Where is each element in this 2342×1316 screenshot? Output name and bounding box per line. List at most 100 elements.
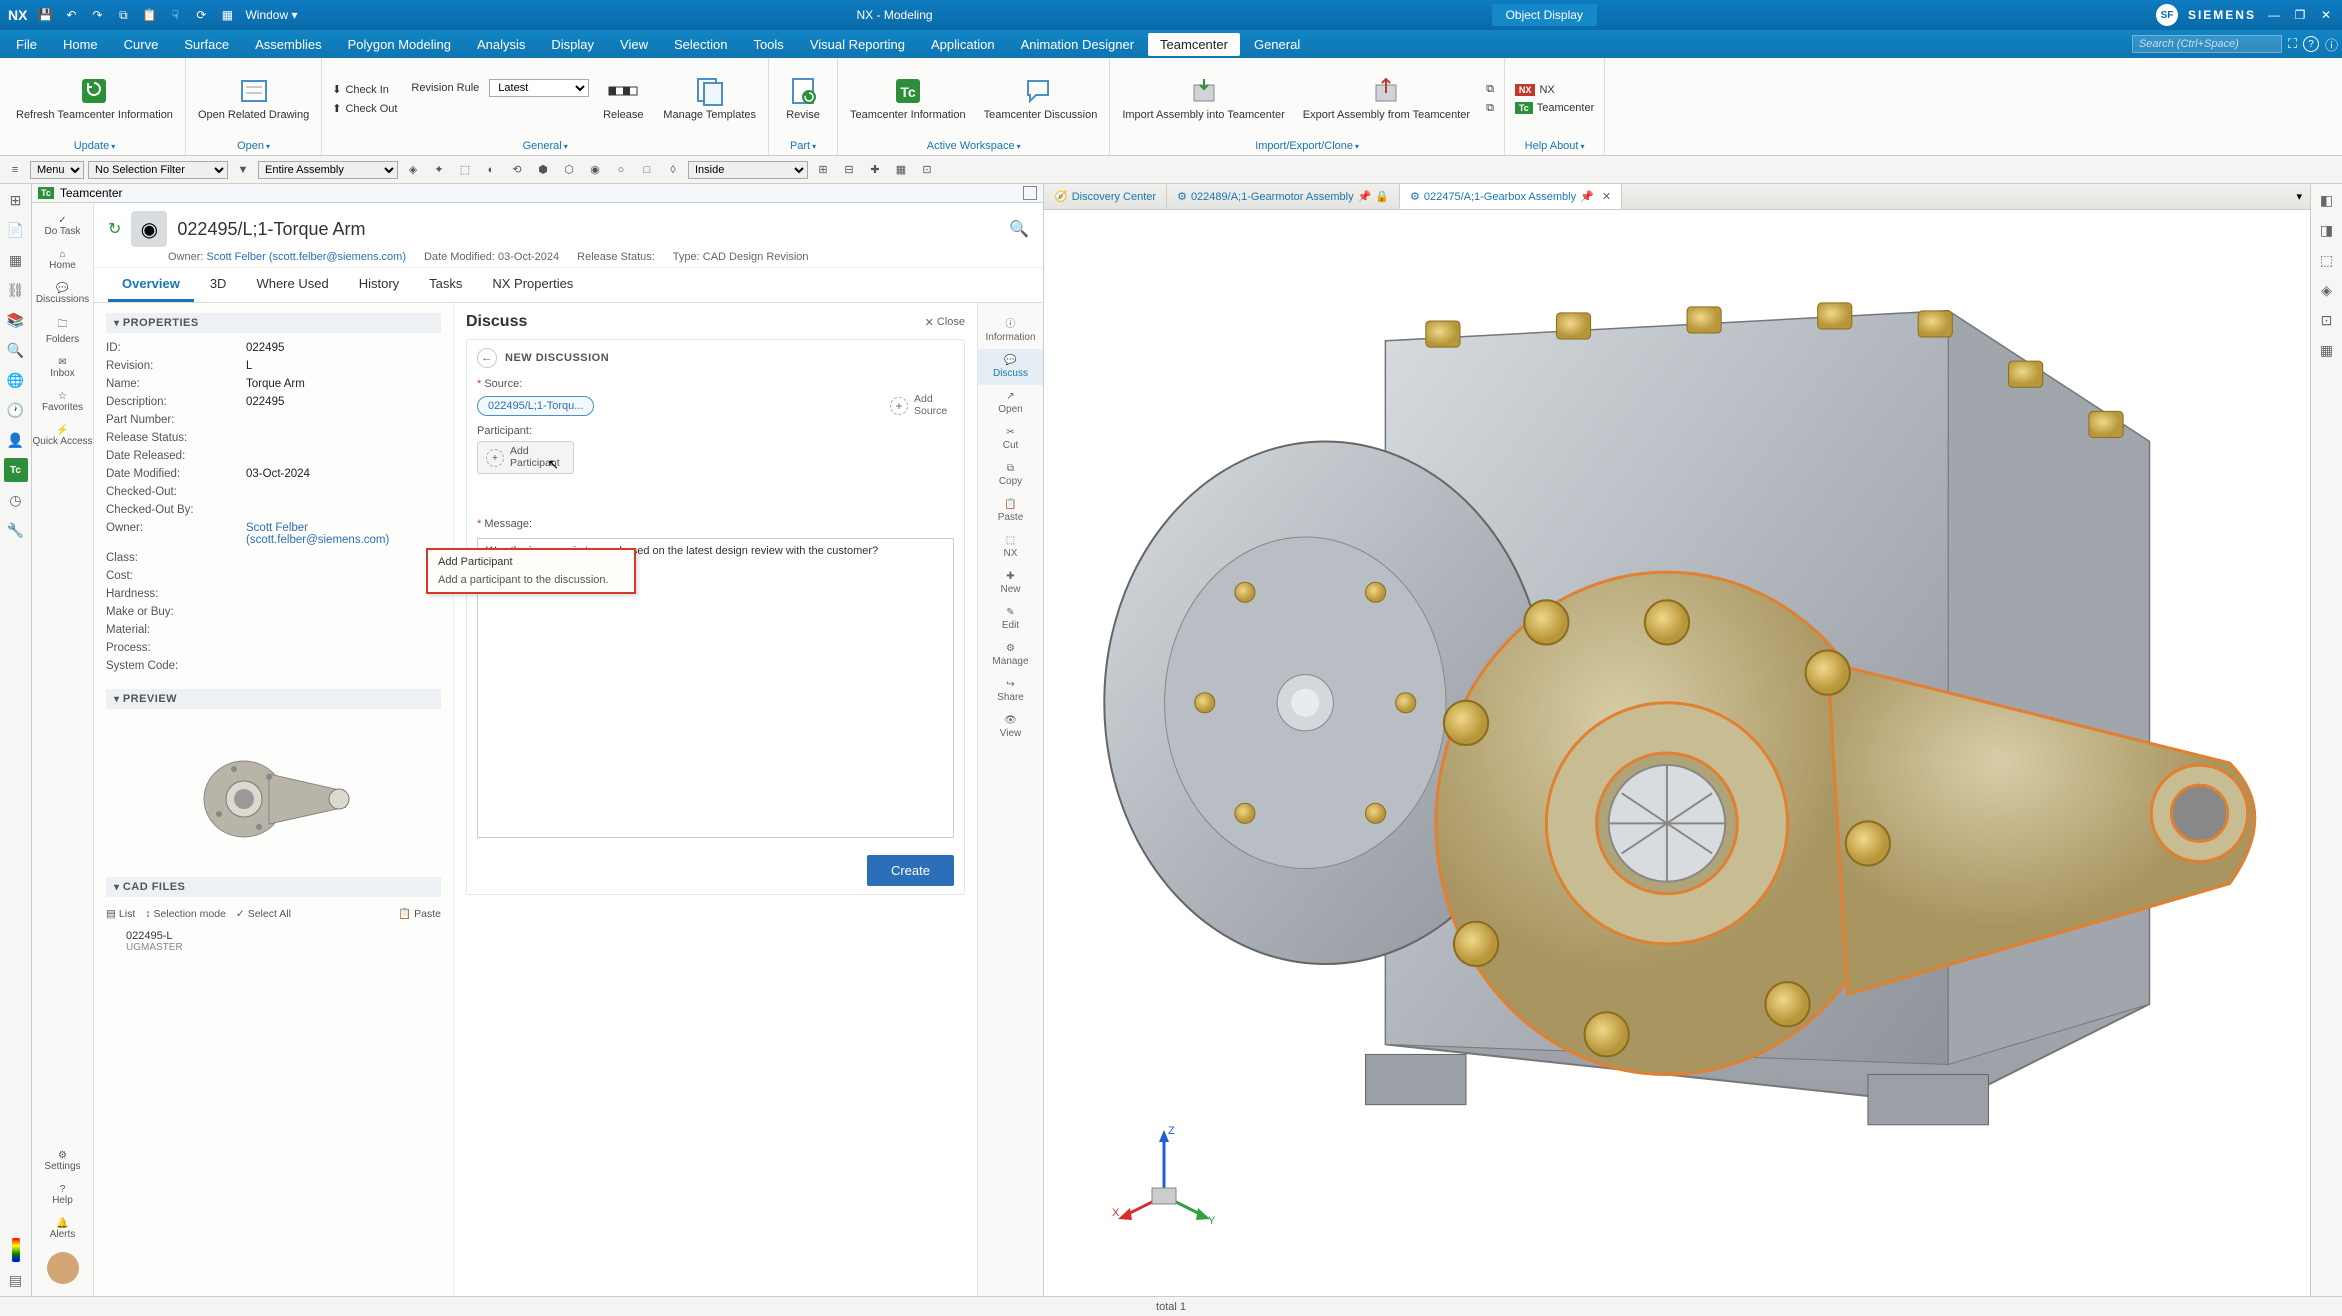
ribbon-group-help[interactable]: Help About▾ <box>1511 138 1598 154</box>
tab-3d[interactable]: 3D <box>196 268 241 302</box>
nav-discussions[interactable]: 💬Discussions <box>32 279 93 309</box>
menu-application[interactable]: Application <box>919 33 1007 56</box>
vp-tab-gearbox[interactable]: ⚙022475/A;1-Gearbox Assembly📌✕ <box>1400 184 1622 209</box>
qb-icon-15[interactable]: ▦ <box>890 159 912 181</box>
rail-assembly-icon[interactable]: ▦ <box>4 248 28 272</box>
ribbon-group-import-export[interactable]: Import/Export/Clone▾ <box>1116 138 1498 154</box>
window-dropdown[interactable]: Window ▾ <box>245 8 297 22</box>
rail-tools-icon[interactable]: 🔧 <box>4 518 28 542</box>
nav-inbox[interactable]: ✉Inbox <box>32 353 93 383</box>
nav-quick-access[interactable]: ⚡Quick Access <box>32 421 93 451</box>
rail-color-icon[interactable] <box>12 1238 20 1262</box>
rail-part-icon[interactable]: 📄 <box>4 218 28 242</box>
menu-analysis[interactable]: Analysis <box>465 33 537 56</box>
windows-icon[interactable]: ▦ <box>219 7 235 23</box>
vp-tab-discovery[interactable]: 🧭Discovery Center <box>1044 184 1167 209</box>
rr-icon-4[interactable]: ◈ <box>2315 278 2339 302</box>
tab-tasks[interactable]: Tasks <box>415 268 476 302</box>
repeat-icon[interactable]: ⟳ <box>193 7 209 23</box>
tc-help-button[interactable]: TcTeamcenter <box>1511 100 1598 116</box>
action-manage[interactable]: ⚙Manage <box>978 637 1043 673</box>
menu-selection[interactable]: Selection <box>662 33 739 56</box>
revision-rule-select[interactable]: Latest <box>489 79 589 97</box>
paste-icon[interactable]: 📋 <box>141 7 157 23</box>
menu-polygon[interactable]: Polygon Modeling <box>336 33 463 56</box>
help-icon[interactable]: ? <box>2303 36 2319 52</box>
ribbon-group-part[interactable]: Part▾ <box>775 138 831 154</box>
vp-tabs-more-icon[interactable]: ▾ <box>2288 190 2310 203</box>
rail-reuse-icon[interactable]: 📚 <box>4 308 28 332</box>
qb-icon-14[interactable]: ✚ <box>864 159 886 181</box>
menu-display[interactable]: Display <box>539 33 606 56</box>
menu-home[interactable]: Home <box>51 33 110 56</box>
inside-dropdown[interactable]: Inside <box>688 161 808 179</box>
pin-icon[interactable]: 📌 <box>1580 190 1594 203</box>
rail-clock-icon[interactable]: ◷ <box>4 488 28 512</box>
action-new[interactable]: ✚New <box>978 565 1043 601</box>
command-search[interactable] <box>2132 35 2282 53</box>
check-in-button[interactable]: ⬇Check In <box>328 81 401 98</box>
open-related-drawing-button[interactable]: Open Related Drawing <box>192 73 315 124</box>
action-edit[interactable]: ✎Edit <box>978 601 1043 637</box>
view-triad[interactable]: Z X Y <box>1104 1116 1224 1236</box>
rr-icon-5[interactable]: ⊡ <box>2315 308 2339 332</box>
menu-tools[interactable]: Tools <box>741 33 795 56</box>
cad-list-button[interactable]: ▤ List <box>106 908 135 920</box>
menu-view[interactable]: View <box>608 33 660 56</box>
pin-icon[interactable]: 📌 <box>1358 190 1372 203</box>
nav-folders[interactable]: 🗀Folders <box>32 313 93 349</box>
qb-icon-10[interactable]: □ <box>636 159 658 181</box>
rr-icon-1[interactable]: ◧ <box>2315 188 2339 212</box>
ribbon-group-update[interactable]: Update▾ <box>10 138 179 154</box>
nav-settings[interactable]: ⚙Settings <box>32 1146 93 1176</box>
properties-heading[interactable]: PROPERTIES <box>106 313 441 333</box>
menu-assemblies[interactable]: Assemblies <box>243 33 333 56</box>
back-arrow-icon[interactable]: ← <box>477 348 497 368</box>
qb-icon-12[interactable]: ⊞ <box>812 159 834 181</box>
action-share[interactable]: ↪Share <box>978 673 1043 709</box>
source-chip[interactable]: 022495/L;1-Torqu... <box>477 396 594 416</box>
import-assembly-button[interactable]: Import Assembly into Teamcenter <box>1116 73 1290 124</box>
close-icon[interactable]: ✕ <box>2318 7 2334 23</box>
qb-icon-4[interactable]: ◐ <box>480 159 502 181</box>
tab-close-icon[interactable]: ✕ <box>1602 190 1611 203</box>
qb-icon-7[interactable]: ⬡ <box>558 159 580 181</box>
menu-visual-reporting[interactable]: Visual Reporting <box>798 33 917 56</box>
rail-layers-icon[interactable]: ▤ <box>4 1268 28 1292</box>
create-button[interactable]: Create <box>867 855 954 886</box>
discuss-close-button[interactable]: ✕Close <box>925 316 965 329</box>
redo-icon[interactable]: ↷ <box>89 7 105 23</box>
menu-surface[interactable]: Surface <box>172 33 241 56</box>
qb-icon-6[interactable]: ⬢ <box>532 159 554 181</box>
export-assembly-button[interactable]: Export Assembly from Teamcenter <box>1297 73 1476 124</box>
qb-icon-16[interactable]: ⊡ <box>916 159 938 181</box>
rr-icon-2[interactable]: ◨ <box>2315 218 2339 242</box>
qb-icon-2[interactable]: ✦ <box>428 159 450 181</box>
rr-icon-6[interactable]: ▦ <box>2315 338 2339 362</box>
action-information[interactable]: ⓘInformation <box>978 309 1043 349</box>
menu-curve[interactable]: Curve <box>112 33 171 56</box>
action-open[interactable]: ↗Open <box>978 385 1043 421</box>
search-icon[interactable]: 🔍 <box>1009 219 1029 239</box>
rail-browser-icon[interactable]: 🌐 <box>4 368 28 392</box>
nav-user-avatar[interactable] <box>32 1248 93 1288</box>
refresh-teamcenter-button[interactable]: Refresh Teamcenter Information <box>10 73 179 124</box>
owner-link[interactable]: Scott Felber (scott.felber@siemens.com) <box>207 251 406 263</box>
cad-select-all[interactable]: ✓ Select All <box>236 908 291 920</box>
cad-selection-mode[interactable]: ↕ Selection mode <box>145 908 226 920</box>
qb-icon-9[interactable]: ○ <box>610 159 632 181</box>
cad-file-row[interactable]: 022495-L UGMASTER <box>106 924 441 959</box>
preview-heading[interactable]: PREVIEW <box>106 689 441 709</box>
cad-files-heading[interactable]: CAD FILES <box>106 877 441 897</box>
revise-button[interactable]: Revise <box>775 73 831 124</box>
save-icon[interactable]: 💾 <box>37 7 53 23</box>
revise-badge-icon[interactable]: ↻ <box>108 219 121 239</box>
rail-history-icon[interactable]: 🕐 <box>4 398 28 422</box>
nav-favorites[interactable]: ☆Favorites <box>32 387 93 417</box>
add-source-button[interactable]: +Add Source <box>890 394 954 417</box>
clone-btn-2[interactable]: ⧉ <box>1482 100 1498 117</box>
panel-maximize-icon[interactable] <box>1023 186 1037 200</box>
nav-home[interactable]: ⌂Home <box>32 245 93 275</box>
qb-icon-5[interactable]: ⟲ <box>506 159 528 181</box>
manage-templates-button[interactable]: Manage Templates <box>657 73 762 124</box>
